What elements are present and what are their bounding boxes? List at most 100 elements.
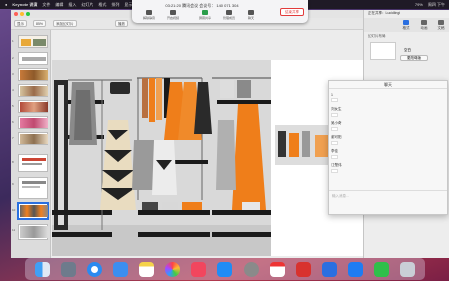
chat-bubble <box>331 169 338 173</box>
meeting-control-bar: 03:21:20 腾讯会议 会议号： 140 071 304 解除静音 开启视频… <box>132 0 308 23</box>
zoom-window-icon[interactable] <box>26 12 30 16</box>
desktop: ● Keynote 讲演 文件 编辑 插入 幻灯片 格式 排列 显示 播放 窗口… <box>0 0 449 281</box>
meeting-timer: 03:21:20 <box>165 3 181 8</box>
play-button[interactable]: 播放 <box>115 20 128 27</box>
slide-canvas[interactable] <box>52 30 375 258</box>
slide-number: 9 <box>12 182 14 186</box>
microphone-icon <box>146 10 152 15</box>
closet-illustration <box>52 77 271 256</box>
keynote-icon[interactable] <box>321 261 337 277</box>
add-slide-button[interactable]: 添加幻灯片 <box>53 20 77 27</box>
video-button[interactable]: 开启视频 <box>166 10 180 20</box>
change-master-button[interactable]: 更改母版 <box>400 55 428 61</box>
chat-bubble <box>331 113 338 117</box>
slide-number: 8 <box>12 160 14 164</box>
chat-sender: 江楚伟 <box>331 163 342 167</box>
calendar-icon[interactable] <box>269 261 285 277</box>
battery-status[interactable]: 79% <box>415 2 423 7</box>
menu-arrange[interactable]: 排列 <box>111 2 119 8</box>
striped-dress <box>100 120 136 210</box>
wps-icon[interactable] <box>295 261 311 277</box>
chat-message: 李佳 <box>331 149 338 160</box>
tab-format[interactable]: 格式 <box>398 20 414 31</box>
slide-thumbnail[interactable] <box>18 177 48 199</box>
chat-input[interactable]: 输入消息... <box>329 190 447 214</box>
slide-thumbnail[interactable] <box>18 35 48 48</box>
chat-message: 谢可阳 <box>331 135 342 146</box>
slide-navigator: 1 2 3 4 5 6 7 8 9 10 11 <box>11 30 51 258</box>
chat-sender: 1 <box>331 93 333 97</box>
end-share-button[interactable]: 结束共享 <box>280 8 304 16</box>
chat-message: 刘女生 <box>331 107 342 118</box>
appstore-icon[interactable] <box>217 261 233 277</box>
tencent-meeting-icon[interactable] <box>348 261 364 277</box>
meeting-info: 03:21:20 腾讯会议 会议号： 140 071 304 <box>132 3 272 9</box>
slide-thumbnail[interactable] <box>18 52 48 65</box>
zoom-select[interactable]: 85% <box>33 20 47 27</box>
slide-number: 1 <box>12 39 14 43</box>
tab-document[interactable]: 文稿 <box>433 20 449 31</box>
layout-preview[interactable] <box>370 42 396 60</box>
notes-icon[interactable] <box>139 261 155 277</box>
slide-thumbnail[interactable] <box>18 224 48 240</box>
photos-icon[interactable] <box>165 261 181 277</box>
slide-number: 2 <box>12 56 14 60</box>
sharing-label: 正在共享：Lucidlingi <box>368 11 401 15</box>
chat-bubble <box>331 127 338 131</box>
clock[interactable]: 周四 下午 <box>428 2 445 8</box>
slide-number: 3 <box>12 72 14 76</box>
chat-bubble <box>331 98 338 102</box>
slide-thumbnail[interactable] <box>18 116 48 129</box>
menu-file[interactable]: 文件 <box>42 2 50 8</box>
minimize-window-icon[interactable] <box>20 12 24 16</box>
chat-icon <box>248 10 254 15</box>
menu-slide[interactable]: 幻灯片 <box>81 2 93 8</box>
close-window-icon[interactable] <box>14 12 18 16</box>
tab-animate[interactable]: 动画 <box>416 20 432 31</box>
share-screen-button[interactable]: 屏幕共享 <box>198 10 212 20</box>
chat-bubble <box>331 155 338 159</box>
slide-thumbnail[interactable] <box>18 154 48 172</box>
chat-sender: 吴小奇 <box>331 121 342 125</box>
layout-name: 空白 <box>404 48 411 52</box>
menu-insert[interactable]: 插入 <box>68 2 76 8</box>
dock <box>25 258 425 280</box>
mute-button[interactable]: 解除静音 <box>142 10 156 20</box>
finder-icon[interactable] <box>34 261 50 277</box>
launchpad-icon[interactable] <box>60 261 76 277</box>
music-icon[interactable] <box>191 261 207 277</box>
paintbrush-icon <box>403 20 409 25</box>
app-menu[interactable]: Keynote 讲演 <box>12 2 37 8</box>
participants-icon <box>226 10 232 15</box>
chat-title: 聊天 <box>329 81 447 89</box>
camera-icon <box>170 10 176 15</box>
slide-thumbnail[interactable] <box>18 100 48 113</box>
chat-message: 1 <box>331 93 338 103</box>
participants-button[interactable]: 管理成员 <box>222 10 236 20</box>
slide-thumbnail[interactable] <box>18 132 48 145</box>
chat-message: 江楚伟 <box>331 163 342 174</box>
slide-number: 10 <box>12 208 16 212</box>
chat-button[interactable]: 聊天 <box>244 10 258 20</box>
closet-image[interactable] <box>52 60 271 256</box>
menu-format[interactable]: 格式 <box>98 2 106 8</box>
slide-number: 11 <box>12 228 16 232</box>
menu-edit[interactable]: 编辑 <box>55 2 63 8</box>
apple-menu-icon[interactable]: ● <box>5 2 7 7</box>
settings-icon[interactable] <box>243 261 259 277</box>
slide-number: 6 <box>12 120 14 124</box>
wechat-icon[interactable] <box>374 261 390 277</box>
chat-message: 吴小奇 <box>331 121 342 132</box>
safari-icon[interactable] <box>86 261 102 277</box>
slide-thumbnail-selected[interactable] <box>18 203 48 219</box>
small-closet-image[interactable] <box>275 125 335 165</box>
view-button[interactable]: 显示 <box>14 20 27 27</box>
slide-thumbnail[interactable] <box>18 84 48 97</box>
trash-icon[interactable] <box>400 261 416 277</box>
chat-sender: 李佳 <box>331 149 338 153</box>
slide-number: 5 <box>12 104 14 108</box>
animate-icon <box>421 20 427 25</box>
slide-thumbnail[interactable] <box>18 68 48 81</box>
mail-icon[interactable] <box>112 261 128 277</box>
chat-sender: 谢可阳 <box>331 135 342 139</box>
